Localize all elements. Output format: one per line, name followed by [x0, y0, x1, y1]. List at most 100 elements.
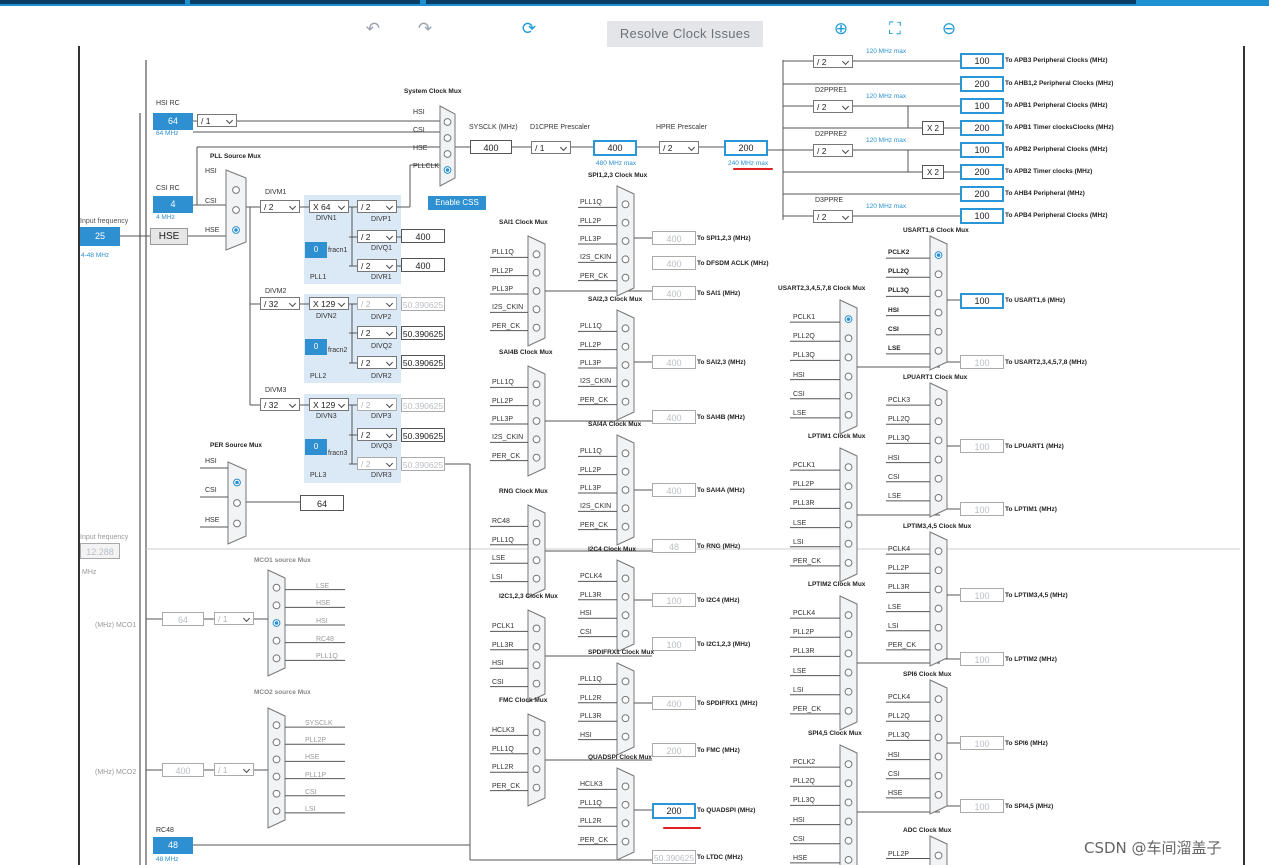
bus-prescaler-0[interactable]: / 2	[813, 55, 853, 68]
divr3-select[interactable]: / 2	[357, 457, 397, 470]
divn2-select[interactable]: X 129	[309, 297, 349, 310]
divn3-select[interactable]: X 129	[309, 398, 349, 411]
bus-prescaler-7[interactable]: / 2	[813, 210, 853, 223]
pll2-q-output[interactable]: 50.390625	[401, 326, 445, 340]
col3-output-3[interactable]: 400	[652, 355, 696, 369]
bus-output-0[interactable]: 100	[960, 53, 1004, 69]
sysclk-value[interactable]: 400	[470, 140, 512, 154]
hse-input-frequency[interactable]: 25	[80, 227, 120, 246]
divq2-select[interactable]: / 2	[357, 326, 397, 339]
divq1-select[interactable]: / 2	[357, 230, 397, 243]
col5-output-6[interactable]: 100	[960, 736, 1004, 750]
d1cpre-output[interactable]: 400	[593, 140, 637, 156]
divp3-select[interactable]: / 2	[357, 398, 397, 411]
col3-input-0-1: PLL2P	[580, 217, 602, 225]
col3-output-11[interactable]: 200	[652, 803, 696, 819]
col4-mux-2-radio	[844, 706, 853, 715]
col4-input-2-5: PER_CK	[793, 705, 822, 713]
col3-output-9[interactable]: 400	[652, 696, 696, 710]
col5-input-4-5: PER_CK	[888, 641, 917, 649]
col4-input-2-4: LSI	[793, 686, 804, 694]
col5-output-2[interactable]: 100	[960, 439, 1004, 453]
pll2-r-output[interactable]: 50.390625	[401, 355, 445, 369]
col5-output-4[interactable]: 100	[960, 588, 1004, 602]
pll3-q-output[interactable]: 50.390625	[401, 428, 445, 442]
external-input-frequency[interactable]: 12.288	[80, 543, 120, 559]
bus-output-5[interactable]: 200	[960, 164, 1004, 180]
bus-output-label-3: To APB1 Timer clocksClocks (MHz)	[1005, 124, 1114, 131]
bus-output-6[interactable]: 200	[960, 186, 1004, 202]
col2-mux-1-radio	[532, 435, 541, 444]
col5-output-label-0: To USART1,6 (MHz)	[1005, 297, 1066, 304]
pll1-r-output[interactable]: 400	[401, 258, 445, 272]
col3-input-7-1: PLL3R	[580, 591, 602, 599]
pll2-p-output[interactable]: 50.390625	[401, 297, 445, 311]
col3-output-10[interactable]: 200	[652, 743, 696, 757]
bus-output-1[interactable]: 200	[960, 76, 1004, 92]
mco1-divider[interactable]: / 1	[214, 612, 254, 625]
col2-input-0-4: PER_CK	[492, 322, 521, 330]
divp2-select[interactable]: / 2	[357, 297, 397, 310]
col3-output-2[interactable]: 400	[652, 286, 696, 300]
pll1-q-output[interactable]: 400	[401, 229, 445, 243]
divn1-select[interactable]: X 64	[309, 200, 349, 213]
per-ck-output[interactable]: 64	[300, 495, 344, 511]
col3-output-12[interactable]: 50.390625	[652, 850, 696, 864]
bus-prescaler-2[interactable]: / 2	[813, 100, 853, 113]
col5-mux-2-radio	[934, 474, 943, 483]
hsi-divider[interactable]: / 1	[197, 114, 237, 127]
col4-mux-0-radio	[844, 410, 853, 419]
divq3-select[interactable]: / 2	[357, 428, 397, 441]
divr1-select[interactable]: / 2	[357, 259, 397, 272]
col3-output-7[interactable]: 100	[652, 593, 696, 607]
col5-output-0[interactable]: 100	[960, 293, 1004, 309]
col5-output-7[interactable]: 100	[960, 799, 1004, 813]
csi-rc-value[interactable]: 4	[153, 196, 193, 213]
bus-prescaler-4[interactable]: / 2	[813, 144, 853, 157]
col2-mux-1-radio	[532, 380, 541, 389]
col3-output-4[interactable]: 400	[652, 410, 696, 424]
d1cpre-select[interactable]: / 1	[531, 141, 571, 154]
divm3-select[interactable]: / 32	[260, 398, 300, 411]
col3-output-0[interactable]: 400	[652, 231, 696, 245]
divp3-label: DIVP3	[371, 413, 392, 420]
divm2-select[interactable]: / 32	[260, 297, 300, 310]
bus-output-7[interactable]: 100	[960, 208, 1004, 224]
col3-output-6[interactable]: 48	[652, 539, 696, 553]
col5-output-5[interactable]: 100	[960, 652, 1004, 666]
col3-input-11-2: PLL2R	[580, 818, 602, 826]
rc48-value[interactable]: 48	[153, 837, 193, 854]
fracn3-value[interactable]: 0	[305, 439, 327, 455]
mco2-output[interactable]: 400	[162, 763, 204, 777]
pll3-p-output[interactable]: 50.390625	[401, 398, 445, 412]
divp1-select[interactable]: / 2	[357, 200, 397, 213]
col5-input-0-4: CSI	[888, 325, 899, 333]
fracn2-value[interactable]: 0	[305, 339, 327, 355]
fracn1-value[interactable]: 0	[305, 242, 327, 258]
hpre-select[interactable]: / 2	[659, 141, 699, 154]
bus-output-2[interactable]: 100	[960, 98, 1004, 114]
col3-output-5[interactable]: 400	[652, 483, 696, 497]
col5-mux-6-radio	[934, 752, 943, 761]
bus-prescaler-label-7: D3PPRE	[815, 197, 844, 204]
mco2-mux-radio	[272, 772, 281, 781]
col3-output-1[interactable]: 400	[652, 256, 696, 270]
col5-output-1[interactable]: 100	[960, 355, 1004, 369]
hsi-rc-value[interactable]: 64	[153, 113, 193, 130]
divm1-select[interactable]: / 2	[260, 200, 300, 213]
mco1-output[interactable]: 64	[162, 612, 204, 626]
col4-input-1-2: PLL3R	[793, 500, 815, 508]
enable-css-button[interactable]: Enable CSS	[428, 196, 486, 210]
col2-input-0-3: I2S_CKIN	[492, 304, 524, 312]
col3-output-8[interactable]: 100	[652, 637, 696, 651]
hclk-output[interactable]: 200	[724, 140, 768, 156]
pll3-r-output[interactable]: 50.390625	[401, 457, 445, 471]
bus-output-3[interactable]: 200	[960, 120, 1004, 136]
divr2-select[interactable]: / 2	[357, 356, 397, 369]
col2-mux-0-radio	[532, 250, 541, 259]
col2-mux-4	[527, 713, 546, 807]
mco2-input-2: HSE	[305, 754, 320, 762]
mco2-divider[interactable]: / 1	[214, 763, 254, 776]
col5-output-3[interactable]: 100	[960, 502, 1004, 516]
bus-output-4[interactable]: 100	[960, 142, 1004, 158]
